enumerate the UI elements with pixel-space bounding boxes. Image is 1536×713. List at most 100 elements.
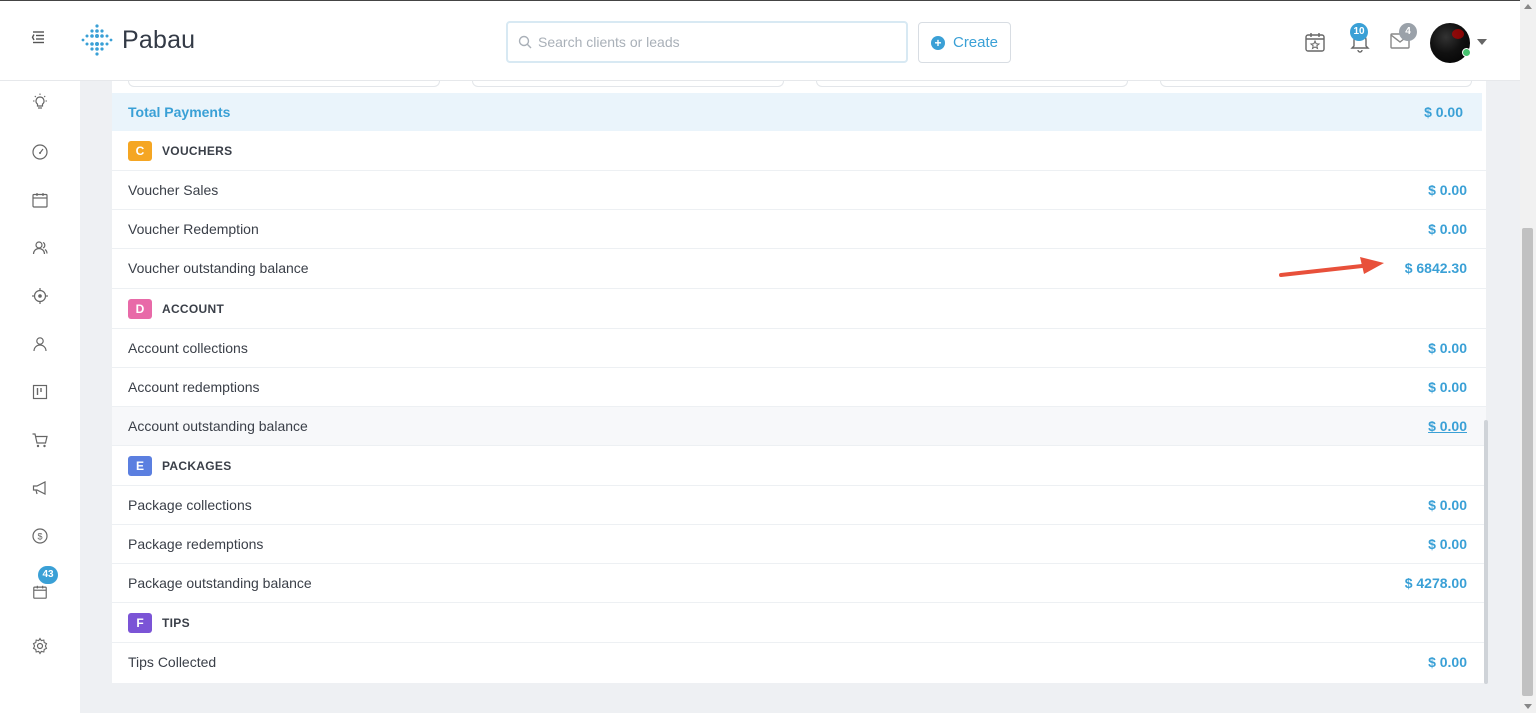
section-header-packages: E PACKAGES (112, 446, 1486, 486)
section-title: TIPS (162, 616, 190, 630)
section-header-vouchers: C VOUCHERS (112, 131, 1486, 171)
create-button[interactable]: + Create (918, 22, 1011, 63)
page-scrollbar[interactable] (1520, 0, 1536, 713)
users-icon (32, 241, 48, 255)
notifications-badge: 10 (1350, 23, 1368, 41)
annotation-arrow-icon (1279, 257, 1384, 277)
top-bar: Pabau + Create 10 4 (0, 0, 1520, 81)
scroll-up-icon[interactable] (1524, 4, 1532, 9)
total-payments-row: Total Payments $ 0.00 (112, 93, 1482, 131)
row-label: Package collections (128, 497, 252, 513)
summary-card (128, 81, 440, 87)
row-label: Voucher outstanding balance (128, 260, 309, 276)
table-row: Package collections $ 0.00 (112, 486, 1486, 525)
chevron-down-icon[interactable] (1477, 39, 1487, 45)
online-status-dot (1462, 48, 1471, 57)
create-button-label: Create (952, 34, 999, 51)
table-row: Account collections $ 0.00 (112, 329, 1486, 368)
gear-icon (32, 637, 48, 655)
section-letter-badge: C (128, 141, 152, 161)
summary-card (472, 81, 784, 87)
search-input[interactable] (538, 34, 898, 50)
row-amount-link[interactable]: $ 0.00 (1428, 536, 1467, 552)
sidebar-item-tasks[interactable] (30, 582, 50, 602)
kanban-icon (32, 384, 48, 400)
total-payments-value[interactable]: $ 0.00 (1424, 104, 1463, 120)
sidebar-item-clients[interactable] (30, 238, 50, 258)
calendar-star-icon[interactable] (1304, 31, 1326, 58)
sidebar-item-shop[interactable] (30, 430, 50, 450)
table-row: Voucher Sales $ 0.00 (112, 171, 1486, 210)
table-row: Account outstanding balance $ 0.00 (112, 407, 1486, 446)
section-title: ACCOUNT (162, 302, 225, 316)
scroll-down-icon[interactable] (1524, 704, 1532, 709)
tasks-badge: 43 (38, 566, 58, 584)
table-row: Voucher Redemption $ 0.00 (112, 210, 1486, 249)
scrollbar-thumb[interactable] (1522, 228, 1533, 696)
search-box[interactable] (506, 21, 908, 63)
row-label: Package redemptions (128, 536, 264, 552)
total-payments-label: Total Payments (128, 104, 231, 120)
megaphone-icon (32, 481, 46, 495)
table-row: Package redemptions $ 0.00 (112, 525, 1486, 564)
sidebar: $ 43 (0, 81, 80, 713)
row-amount-link[interactable]: $ 0.00 (1428, 340, 1467, 356)
plus-circle-icon: + (930, 35, 945, 50)
section-letter-badge: D (128, 299, 152, 319)
table-row: Tips Collected $ 0.00 (112, 643, 1486, 682)
messages-badge: 4 (1399, 23, 1417, 41)
row-label: Package outstanding balance (128, 575, 312, 591)
search-icon (518, 35, 532, 49)
calendar-icon (32, 193, 48, 208)
speedometer-icon (32, 144, 48, 160)
sidebar-item-financials[interactable]: $ (30, 526, 50, 546)
section-letter-badge: F (128, 613, 152, 633)
row-amount-link[interactable]: $ 0.00 (1428, 182, 1467, 198)
section-letter-badge: E (128, 456, 152, 476)
row-label: Account redemptions (128, 379, 260, 395)
row-label: Account collections (128, 340, 248, 356)
section-title: PACKAGES (162, 459, 232, 473)
table-row: Package outstanding balance $ 4278.00 (112, 564, 1486, 603)
app-name: Pabau (122, 25, 196, 54)
row-amount-link[interactable]: $ 0.00 (1428, 221, 1467, 237)
section-title: VOUCHERS (162, 144, 233, 158)
sidebar-item-settings[interactable] (30, 636, 50, 656)
summary-card (1160, 81, 1472, 87)
row-amount-link[interactable]: $ 0.00 (1428, 654, 1467, 670)
svg-text:$: $ (37, 532, 42, 542)
row-amount-link[interactable]: $ 4278.00 (1405, 575, 1467, 591)
table-row: Account redemptions $ 0.00 (112, 368, 1486, 407)
menu-toggle-icon[interactable] (30, 29, 46, 45)
sidebar-item-dashboard[interactable] (30, 142, 50, 162)
row-label: Account outstanding balance (128, 418, 308, 434)
cart-icon (32, 433, 48, 448)
row-amount-link[interactable]: $ 0.00 (1428, 418, 1467, 434)
lightbulb-icon (33, 93, 47, 109)
calendar-check-icon (33, 585, 47, 599)
sidebar-item-marketing[interactable] (30, 478, 50, 498)
report-panel: Total Payments $ 0.00 C VOUCHERS Voucher… (112, 81, 1486, 683)
panel-scrollbar[interactable] (1484, 420, 1488, 684)
row-label: Voucher Sales (128, 182, 219, 198)
pabau-logo-icon (81, 24, 113, 56)
section-header-account: D ACCOUNT (112, 289, 1486, 329)
logo[interactable]: Pabau (80, 23, 195, 57)
sidebar-item-calendar[interactable] (30, 190, 50, 210)
sidebar-item-staff[interactable] (30, 334, 50, 354)
row-label: Voucher Redemption (128, 221, 259, 237)
sidebar-item-ideas[interactable] (30, 92, 50, 112)
row-label: Tips Collected (128, 654, 217, 670)
user-icon (33, 337, 47, 352)
row-amount-link[interactable]: $ 6842.30 (1405, 260, 1467, 276)
sidebar-item-board[interactable] (30, 382, 50, 402)
summary-cards-edge (112, 81, 1486, 91)
sidebar-item-leads[interactable] (30, 286, 50, 306)
row-amount-link[interactable]: $ 0.00 (1428, 379, 1467, 395)
summary-card (816, 81, 1128, 87)
row-amount-link[interactable]: $ 0.00 (1428, 497, 1467, 513)
avatar[interactable] (1430, 23, 1470, 63)
section-header-tips: F TIPS (112, 603, 1486, 643)
target-icon (32, 288, 48, 304)
dollar-icon: $ (32, 528, 48, 544)
